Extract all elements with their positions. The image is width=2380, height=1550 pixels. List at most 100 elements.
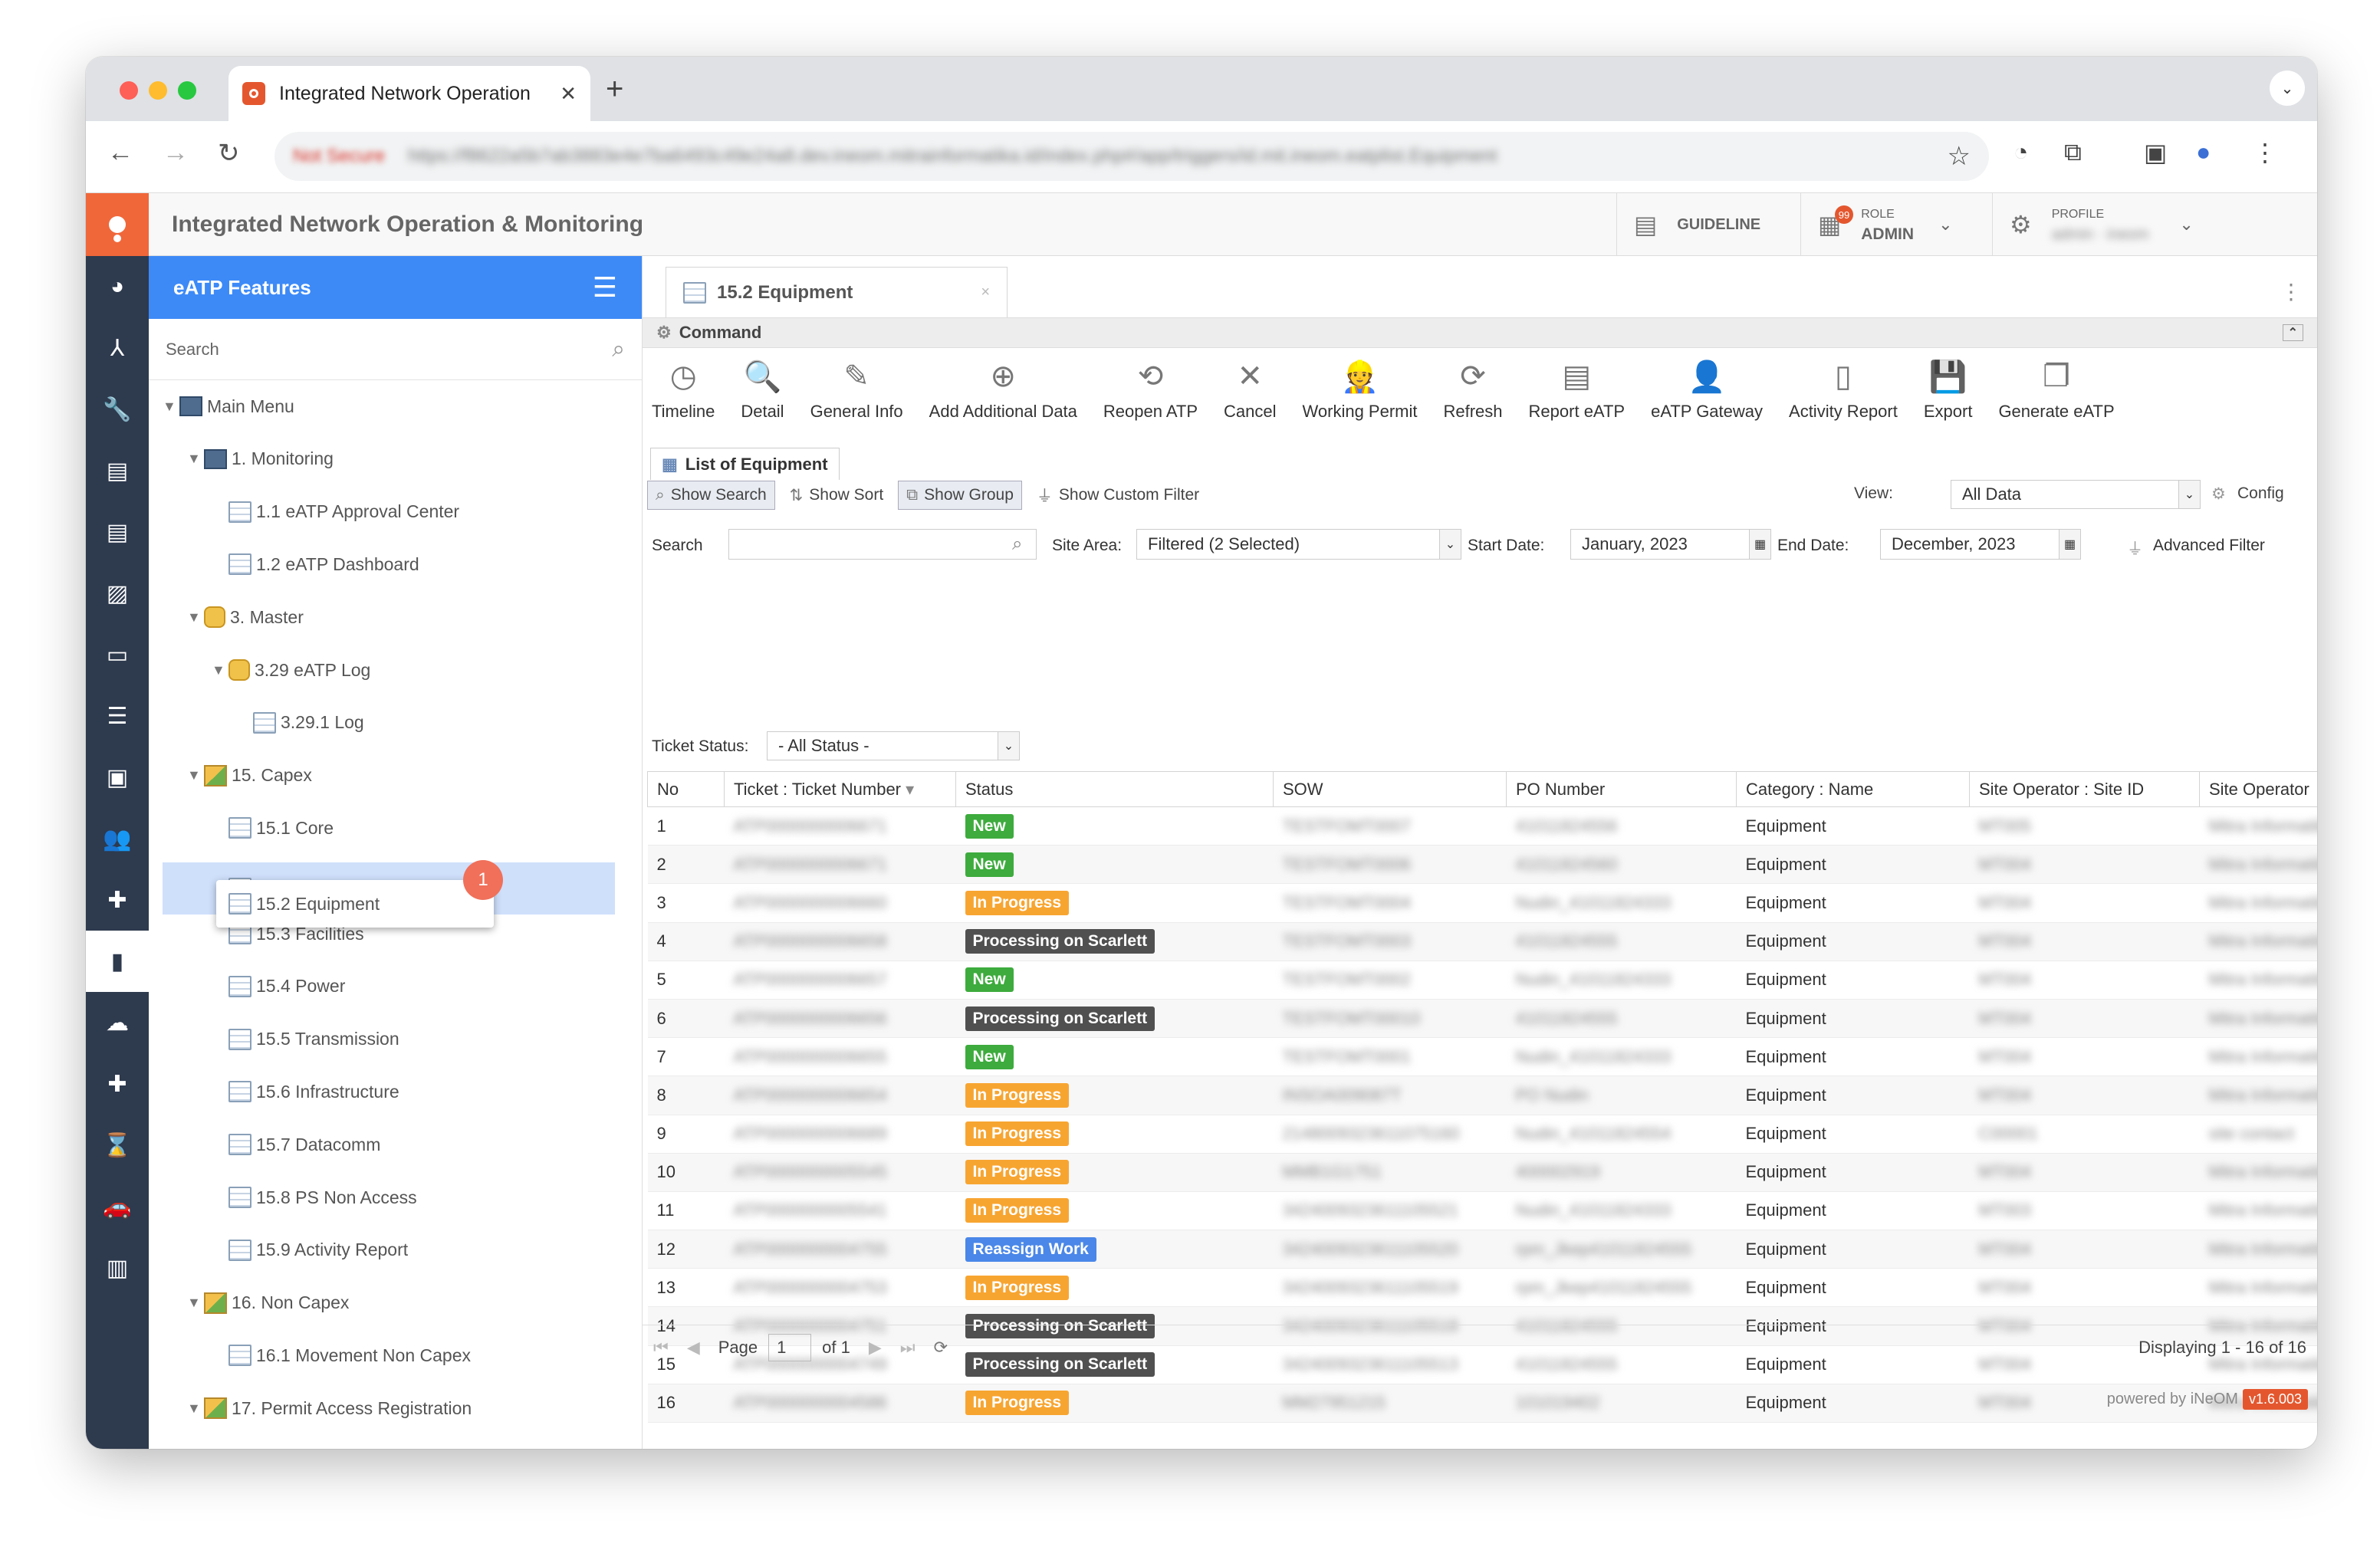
reload-icon[interactable]: ↻ [218,138,240,169]
back-arrow-icon[interactable]: ← [107,138,133,168]
wrench-icon[interactable]: 🔧 [86,379,149,440]
page-number-input[interactable]: 1 [768,1333,812,1361]
sidebar-item[interactable]: ▼ 1. Monitoring [163,441,334,478]
column-header[interactable]: Site Operator : Site ID [1969,771,2200,807]
avatar-icon[interactable]: ● [2196,138,2211,166]
sidebar-item[interactable]: ▼ 17. Permit Access Registration [163,1390,472,1427]
refresh-icon[interactable]: ⟳ [934,1338,948,1358]
role-dropdown[interactable]: ▦ 99 ROLE ADMIN ⌄ [1800,193,1992,256]
table-row[interactable]: 10 ATP0000000005545 In Progress MMB1G1751 40… [647,1153,2317,1192]
caret-down-icon[interactable]: ▼ [187,1295,201,1311]
tab-search-chevron-icon[interactable]: ⌄ [2270,71,2305,106]
command-detail-button[interactable]: 🔍 Detail [741,359,784,422]
command-cancel-button[interactable]: ✕ Cancel [1224,359,1276,422]
command-add-additional-data-button[interactable]: ⊕ Add Additional Data [929,359,1077,422]
extension-badge-icon[interactable]: ◔ [2013,138,2028,166]
end-date-input[interactable]: December, 2023 ▦ [1880,529,2081,560]
maximize-window-button[interactable] [178,81,196,100]
config-gear-icon[interactable]: ⚙ [2211,484,2226,504]
clipboard-icon[interactable]: ▤ [86,440,149,501]
table-row[interactable]: 5 ATP0000000006657 New TESTFOMT0002 Nudin_41… [647,961,2317,1000]
grid-search-input[interactable] [728,529,1037,560]
search-icon[interactable]: ⌕ [1012,534,1022,555]
archive-icon[interactable]: ▣ [86,747,149,808]
hamburger-icon[interactable]: ☰ [593,271,617,304]
selected-menu-item-highlight[interactable]: 15.2 Equipment [216,880,494,928]
menu-kebab-icon[interactable]: ⋮ [2253,138,2277,167]
sidebar-item[interactable]: 15.8 PS Non Access [163,1179,417,1216]
command-reopen-atp-button[interactable]: ⟲ Reopen ATP [1103,359,1198,422]
command-export-button[interactable]: 💾 Export [1924,359,1973,422]
command-generate-eatp-button[interactable]: ❐ Generate eATP [1998,359,2114,422]
puzzle-icon[interactable]: ⧉ [2064,138,2082,167]
column-header[interactable]: PO Number [1506,771,1737,807]
sidebar-item[interactable]: 15.7 Datacomm [163,1126,380,1163]
sidebar-item[interactable]: ▼ 3. Master [163,599,304,635]
hourglass-icon[interactable]: ⌛ [86,1115,149,1176]
last-page-icon[interactable]: ⏭ [900,1338,916,1358]
caret-down-icon[interactable]: ▼ [187,1401,201,1417]
sidebar-item[interactable]: ▼ Main Menu [163,388,294,425]
show-sort-button[interactable]: ⇅ Show Sort [781,481,893,510]
site-area-select[interactable]: Filtered (2 Selected) ⌄ [1136,529,1461,560]
more-options-icon[interactable]: ⋮ [2280,279,2302,304]
table-row[interactable]: 12 ATP0000000004755 Reassign Work 342400932… [647,1230,2317,1269]
command-eatp-gateway-button[interactable]: 👤 eATP Gateway [1651,359,1763,422]
caret-down-icon[interactable]: ▼ [187,451,201,467]
car-icon[interactable]: 🚗 [86,1176,149,1237]
show-search-button[interactable]: ⌕ Show Search [647,481,775,510]
report-chart-icon[interactable]: ▥ [86,1237,149,1299]
sidebar-item[interactable]: 1.1 eATP Approval Center [163,494,459,530]
sidebar-item[interactable]: ▼ 16. Non Capex [163,1285,349,1322]
tab-equipment[interactable]: 15.2 Equipment × [666,267,1008,317]
table-row[interactable]: 2 ATP0000000006671 New TESTFOMT0006 41011824… [647,845,2317,885]
column-header[interactable]: SOW [1273,771,1507,807]
advanced-filter-link[interactable]: Advanced Filter [2153,537,2265,555]
caret-down-icon[interactable]: ▼ [187,767,201,783]
sidebar-item[interactable]: 1.2 eATP Dashboard [163,546,419,583]
sidebar-search-input[interactable]: Search ⌕ [149,319,642,380]
table-row[interactable]: 16 ATP0000000004586 In Progress MM27951215 1… [647,1384,2317,1424]
table-row[interactable]: 6 ATP0000000006656 Processing on Scarlett T… [647,999,2317,1039]
view-select[interactable]: All Data ⌄ [1951,480,2201,509]
next-page-icon[interactable]: ▶ [869,1338,882,1358]
table-row[interactable]: 3 ATP0000000006660 In Progress TESTFOMT0004… [647,883,2317,923]
table-row[interactable]: 13 ATP0000000004753 In Progress 34240093236… [647,1268,2317,1308]
new-tab-icon[interactable]: + [606,72,623,107]
command-timeline-button[interactable]: ◷ Timeline [652,359,715,422]
puzzle-icon[interactable]: ✚ [86,869,149,931]
command-refresh-button[interactable]: ⟳ Refresh [1444,359,1503,422]
table-row[interactable]: 8 ATP0000000006654 In Progress INSOA009087T… [647,1075,2317,1115]
column-header[interactable]: Ticket : Ticket Number ▾ [724,771,956,807]
app-logo[interactable] [86,193,149,256]
sidepanel-icon[interactable]: ▣ [2144,138,2167,167]
table-row[interactable]: 11 ATP0000000005541 In Progress 34240093236… [647,1191,2317,1231]
close-window-button[interactable] [120,81,138,100]
command-report-eatp-button[interactable]: ▤ Report eATP [1529,359,1626,422]
column-header[interactable]: No [647,771,725,807]
close-tab-icon[interactable]: ✕ [560,82,577,106]
sort-caret-icon[interactable]: ▾ [901,780,914,799]
browser-tab-active[interactable]: Integrated Network Operation ✕ [228,66,590,121]
cloud-icon[interactable]: ☁ [86,992,149,1053]
caret-down-icon[interactable]: ▼ [163,399,176,415]
start-date-input[interactable]: January, 2023 ▦ [1570,529,1771,560]
sidebar-item[interactable]: 15.4 Power [163,968,345,1005]
search-icon[interactable]: ⌕ [612,337,625,363]
column-header[interactable]: Site Operator [2199,771,2317,807]
column-header[interactable]: Status [955,771,1274,807]
command-working-permit-button[interactable]: 👷 Working Permit [1303,359,1418,422]
book-icon[interactable]: ▮ [86,931,149,992]
table-row[interactable]: 7 ATP0000000006655 New TESTFOMT0001 Nudin_41… [647,1037,2317,1077]
show-custom-filter-button[interactable]: ⏚ Show Custom Filter [1028,481,1208,510]
url-field[interactable]: Not Secure https://f8622a5b7ab3883e4e7ba… [274,132,1989,181]
bookmark-star-icon[interactable]: ☆ [1948,141,1971,172]
caret-down-icon[interactable]: ▼ [212,662,225,678]
image-icon[interactable]: ▨ [86,563,149,624]
sidebar-item[interactable]: 3.29.1 Log [163,704,364,741]
calendar-icon[interactable]: ▦ [1749,530,1770,559]
sidebar-item[interactable]: 15.6 Infrastructure [163,1073,399,1110]
forward-arrow-icon[interactable]: → [163,138,189,168]
caret-down-icon[interactable]: ▼ [187,609,201,626]
sidebar-item[interactable]: 15.9 Activity Report [163,1232,408,1269]
